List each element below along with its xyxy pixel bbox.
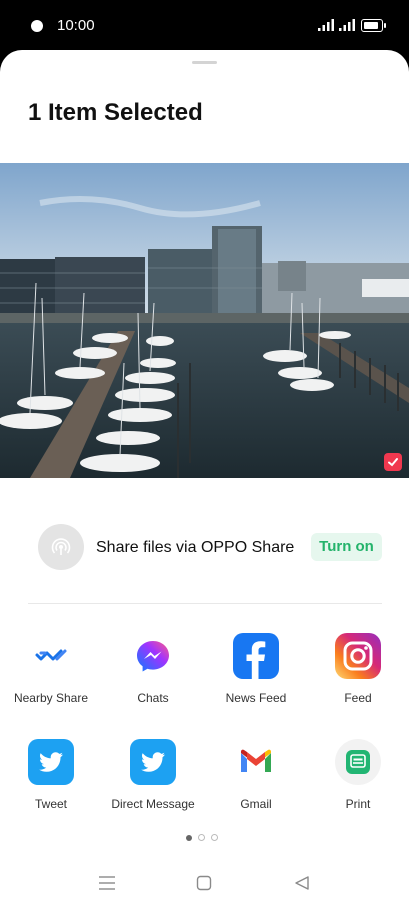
app-nearby-share[interactable]: Nearby Share [1, 633, 101, 705]
instagram-icon [335, 633, 381, 679]
twitter-icon [130, 739, 176, 785]
messenger-icon [130, 633, 176, 679]
navigation-bar [0, 865, 409, 905]
app-label: Print [345, 797, 371, 811]
camera-notch-icon [31, 20, 43, 32]
facebook-icon [233, 633, 279, 679]
app-label: Nearby Share [13, 691, 89, 705]
app-label: Tweet [34, 797, 67, 811]
status-time: 10:00 [57, 17, 95, 34]
battery-icon [361, 19, 386, 32]
app-print[interactable]: Print [308, 739, 408, 811]
app-label: Feed [344, 691, 372, 705]
print-icon [335, 739, 381, 785]
oppo-share-label: Share files via OPPO Share [96, 539, 295, 556]
app-feed[interactable]: Feed [308, 633, 408, 705]
oppo-share-icon [38, 524, 84, 570]
page-indicator [186, 829, 224, 847]
app-label: News Feed [225, 691, 287, 705]
selected-photo[interactable] [0, 163, 409, 478]
page-dot[interactable] [198, 834, 205, 842]
turn-on-button[interactable]: Turn on [311, 533, 382, 561]
app-chats[interactable]: Chats [103, 633, 203, 705]
nearby-share-icon [28, 633, 74, 679]
divider [28, 603, 382, 604]
signal-icon [318, 19, 334, 31]
gmail-icon [233, 739, 279, 785]
menu-icon[interactable] [98, 875, 116, 891]
home-icon[interactable] [196, 875, 212, 891]
app-label: Gmail [240, 797, 272, 811]
app-news-feed[interactable]: News Feed [206, 633, 306, 705]
app-label: Direct Message [111, 797, 195, 811]
status-bar: 10:00 [0, 0, 409, 50]
selected-check-icon[interactable] [384, 453, 402, 471]
app-tweet[interactable]: Tweet [1, 739, 101, 811]
page-dot-active[interactable] [186, 834, 192, 841]
app-gmail[interactable]: Gmail [206, 739, 306, 811]
share-sheet: 1 Item Selected Share files via OPPO Sha… [0, 50, 409, 910]
signal-icon-2 [339, 19, 355, 31]
oppo-share-row: Share files via OPPO Share Turn on [0, 524, 409, 572]
back-icon[interactable] [294, 875, 310, 891]
twitter-icon [28, 739, 74, 785]
app-direct-message[interactable]: Direct Message [103, 739, 203, 811]
drag-handle[interactable] [192, 61, 217, 64]
sheet-title: 1 Item Selected [28, 99, 203, 126]
app-label: Chats [137, 691, 169, 705]
page-dot[interactable] [211, 834, 218, 842]
